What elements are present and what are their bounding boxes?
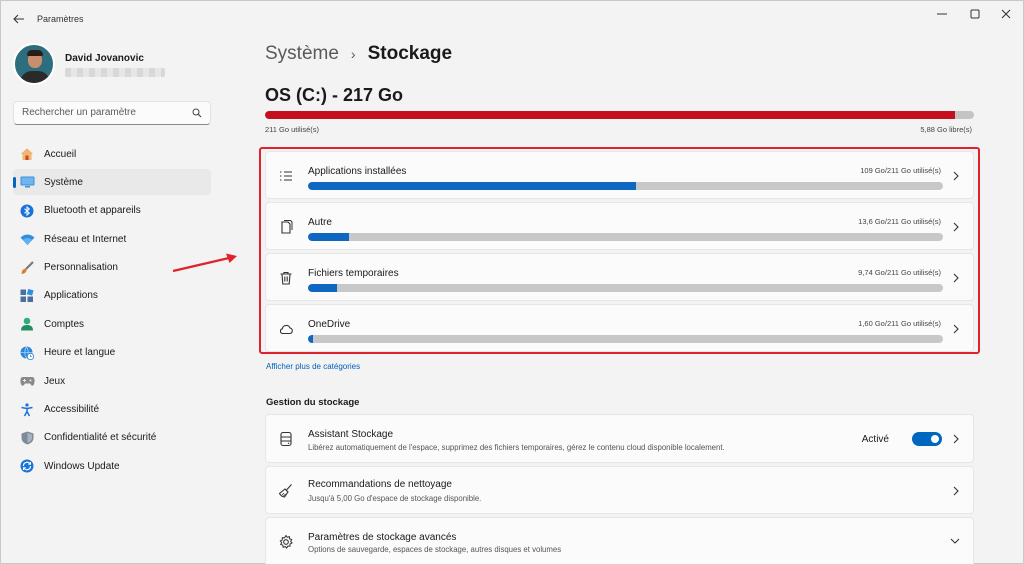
advanced-settings-desc: Options de sauvegarde, espaces de stocka… [308, 545, 562, 554]
apps-icon [19, 288, 35, 304]
user-email-blurred [65, 68, 165, 77]
update-icon [19, 458, 35, 474]
minimize-icon [937, 13, 947, 15]
drive-title: OS (C:) - 217 Go [265, 85, 404, 105]
gamepad-icon [19, 373, 35, 389]
breadcrumb-parent[interactable]: Système [265, 43, 339, 65]
close-button[interactable] [991, 5, 1021, 23]
sidebar-item-comptes[interactable]: Comptes [13, 311, 211, 337]
drive-used-label: 211 Go utilisé(s) [265, 125, 320, 134]
minimize-button[interactable] [927, 5, 957, 23]
sidebar-item-label: Windows Update [44, 460, 120, 472]
cleanup-title: Recommandations de nettoyage [308, 479, 452, 490]
sidebar-nav: Accueil Système Bluetooth et appareils R… [13, 141, 211, 482]
sidebar-item-label: Jeux [44, 375, 66, 387]
globe-clock-icon [19, 345, 35, 361]
drive-free-label: 5,88 Go libre(s) [920, 125, 972, 134]
advanced-settings-title: Paramètres de stockage avancés [308, 532, 457, 543]
chevron-right-icon [953, 486, 959, 496]
sidebar-item-label: Comptes [44, 318, 85, 330]
storage-sense-card[interactable]: Assistant Stockage Libérez automatiqueme… [265, 414, 974, 463]
gear-icon [279, 534, 293, 549]
shield-icon [19, 430, 35, 446]
storage-sense-icon [280, 431, 292, 447]
maximize-button[interactable] [960, 5, 990, 23]
back-arrow-icon [13, 14, 24, 24]
brush-icon [19, 260, 35, 276]
bluetooth-icon [19, 203, 35, 219]
sidebar-item-jeux[interactable]: Jeux [13, 368, 211, 394]
drive-usage-bar [265, 111, 974, 119]
system-icon [19, 174, 35, 190]
cleanup-recommendations-card[interactable]: Recommandations de nettoyage Jusqu'à 5,0… [265, 466, 974, 514]
accessibility-icon [19, 402, 35, 418]
sidebar-item-label: Heure et langue [44, 347, 116, 359]
wifi-icon [19, 231, 35, 247]
search-input[interactable] [22, 107, 182, 118]
user-name: David Jovanovic [65, 53, 144, 64]
cleanup-desc: Jusqu'à 5,00 Go d'espace de stockage dis… [308, 494, 482, 503]
search-box[interactable] [13, 101, 211, 125]
storage-sense-title: Assistant Stockage [308, 429, 394, 440]
close-icon [1001, 9, 1011, 19]
sidebar-item-label: Réseau et Internet [44, 233, 127, 245]
sidebar-item-reseau[interactable]: Réseau et Internet [13, 226, 211, 252]
sidebar-item-label: Personnalisation [44, 262, 118, 274]
storage-sense-toggle[interactable] [912, 432, 942, 446]
annotation-arrow [172, 253, 237, 273]
sidebar-item-systeme[interactable]: Système [13, 169, 211, 196]
back-button[interactable] [9, 9, 29, 29]
home-icon [19, 146, 35, 162]
search-icon[interactable] [192, 108, 202, 118]
sidebar-item-heure-langue[interactable]: Heure et langue [13, 340, 211, 366]
sidebar-item-label: Accueil [44, 148, 77, 160]
maximize-icon [970, 9, 980, 19]
toggle-state-label: Activé [861, 434, 889, 445]
user-profile[interactable]: David Jovanovic [13, 43, 223, 87]
app-title: Paramètres [37, 14, 84, 24]
sidebar-item-label: Bluetooth et appareils [44, 205, 141, 217]
highlight-box [259, 147, 980, 354]
sidebar-item-label: Accessibilité [44, 404, 100, 416]
settings-window: Paramètres David Jovanovic Accueil [0, 0, 1024, 564]
advanced-storage-settings-card[interactable]: Paramètres de stockage avancés Options d… [265, 517, 974, 564]
sidebar-item-accessibilite[interactable]: Accessibilité [13, 397, 211, 423]
account-icon [19, 316, 35, 332]
sidebar-item-label: Système [44, 176, 83, 188]
sidebar-item-confidentialite[interactable]: Confidentialité et sécurité [13, 425, 211, 451]
sidebar-item-label: Applications [44, 290, 98, 302]
page-title: Stockage [367, 43, 453, 64]
show-more-categories-link[interactable]: Afficher plus de catégories [266, 362, 360, 371]
sidebar-item-accueil[interactable]: Accueil [13, 141, 211, 167]
sidebar-item-label: Confidentialité et sécurité [44, 432, 157, 444]
sidebar-item-windows-update[interactable]: Windows Update [13, 453, 211, 479]
breadcrumb: Système › Stockage [265, 43, 452, 65]
avatar [13, 43, 55, 85]
chevron-down-icon [950, 538, 960, 544]
drive-usage-fill [265, 111, 955, 119]
broom-icon [278, 484, 292, 498]
storage-sense-desc: Libérez automatiquement de l'espace, sup… [308, 443, 725, 452]
sidebar-item-applications[interactable]: Applications [13, 283, 211, 309]
storage-management-heading: Gestion du stockage [266, 397, 360, 408]
title-bar: Paramètres [1, 1, 1023, 35]
chevron-right-icon [953, 434, 959, 444]
breadcrumb-separator: › [350, 46, 356, 62]
sidebar-item-bluetooth[interactable]: Bluetooth et appareils [13, 198, 211, 224]
